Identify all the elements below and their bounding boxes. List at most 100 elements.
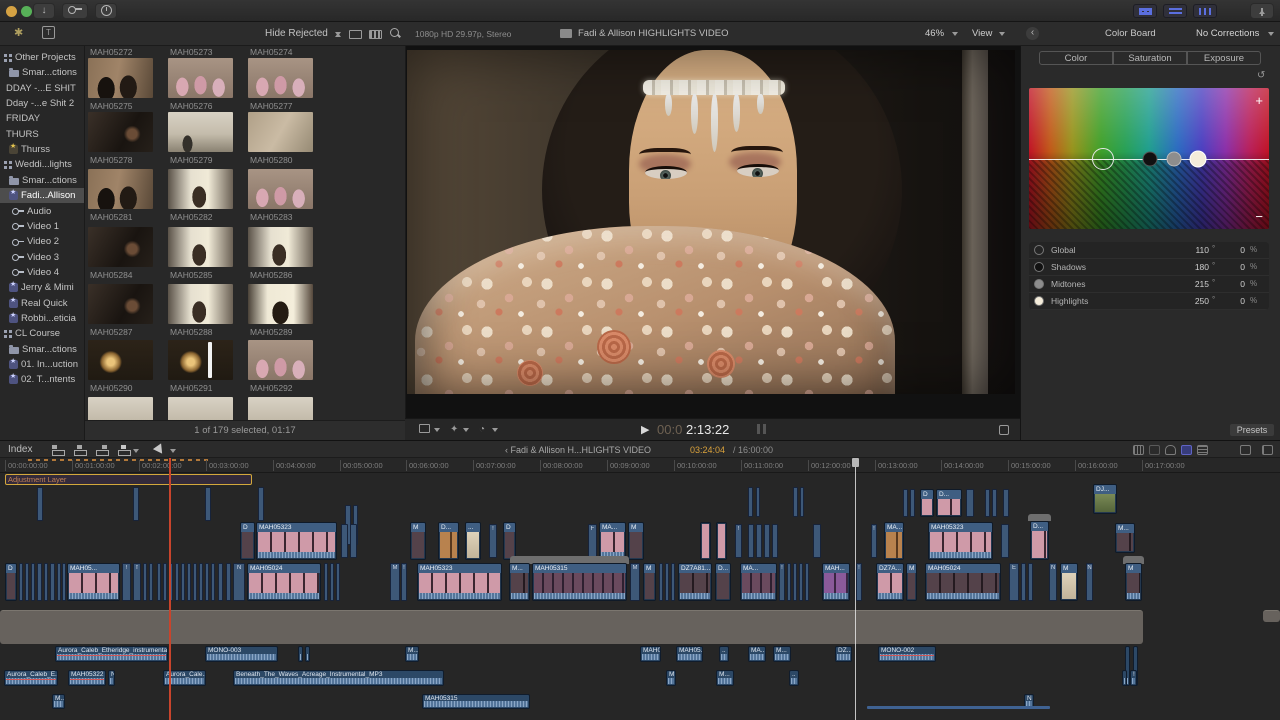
timeline-mini-clip[interactable] — [193, 563, 197, 601]
video-clip[interactable]: MA... — [884, 522, 904, 560]
timeline-mini-clip[interactable] — [199, 563, 203, 601]
sidebar-item-smar-ctions[interactable]: Smar...ctions — [0, 342, 84, 357]
timeline-mini-clip[interactable] — [31, 563, 35, 601]
audio-clip[interactable]: M... — [773, 646, 791, 662]
sidebar-item-thurss[interactable]: Thurss — [0, 142, 84, 157]
decrease-icon[interactable]: − — [1255, 210, 1263, 223]
timeline-mini-clip[interactable] — [37, 487, 43, 521]
timeline-mini-clip[interactable] — [25, 563, 29, 601]
video-clip[interactable]: M... — [509, 563, 530, 601]
show-timeline-button[interactable] — [1163, 4, 1187, 18]
skimming-toggle-icon[interactable] — [1133, 445, 1144, 455]
sidebar-item-video-1[interactable]: Video 1 — [0, 219, 84, 234]
timeline-mini-clip[interactable] — [258, 487, 264, 521]
timeline-mini-clip[interactable] — [226, 563, 231, 601]
color-control-row-shadows[interactable]: Shadows 180 ° 0% — [1029, 259, 1269, 276]
timeline-mini-clip[interactable] — [350, 524, 357, 558]
audio-clip[interactable]: MAH05... — [676, 646, 703, 662]
background-tasks-button[interactable] — [95, 3, 117, 19]
midtones-puck[interactable] — [1166, 151, 1182, 166]
video-clip[interactable] — [716, 522, 727, 560]
audio-clip[interactable]: MAH05322 — [68, 670, 106, 686]
audio-clip[interactable]: .. — [789, 670, 799, 686]
sidebar-item-cl-course[interactable]: CL Course — [0, 326, 84, 341]
window-zoom-button[interactable] — [21, 6, 32, 17]
video-clip[interactable]: D... — [936, 489, 962, 517]
audio-clip[interactable]: MAH05... — [640, 646, 661, 662]
timeline-mini-clip[interactable] — [143, 563, 147, 601]
timeline-mini-clip[interactable]: N — [233, 563, 245, 601]
tab-color[interactable]: Color — [1039, 51, 1113, 65]
timeline-mini-clip[interactable] — [665, 563, 669, 601]
retime-tools-icon[interactable]: ◔ — [479, 424, 485, 435]
range-handle[interactable] — [763, 424, 766, 434]
video-clip[interactable]: M — [1125, 563, 1142, 601]
timeline-mini-clip[interactable] — [1001, 524, 1009, 558]
timeline-mini-clip[interactable]: N — [1049, 563, 1057, 601]
video-clip[interactable]: DZ7A81... — [678, 563, 712, 601]
sidebar-item-thurs[interactable]: THURS — [0, 127, 84, 142]
titles-generators-sidebar-icon[interactable]: T — [42, 26, 55, 39]
timeline-mini-clip[interactable]: M — [630, 563, 640, 601]
audio-clip[interactable] — [305, 646, 310, 662]
video-clip[interactable]: MAH05323 — [417, 563, 502, 601]
video-clip[interactable]: MAH05... — [67, 563, 120, 601]
video-clip[interactable]: M — [628, 522, 644, 560]
browser-clip-thumbnail[interactable] — [168, 112, 233, 152]
clip-appearance-settings-icon[interactable] — [1240, 445, 1251, 455]
timeline-mini-clip[interactable] — [748, 524, 754, 558]
video-clip[interactable]: MA... — [740, 563, 777, 601]
timeline-mini-clip[interactable]: ! — [401, 563, 407, 601]
timeline-mini-clip[interactable] — [44, 563, 48, 601]
timeline-mini-clip[interactable]: ! — [871, 524, 877, 558]
timeline-mini-clip[interactable] — [181, 563, 185, 601]
video-clip[interactable]: M — [643, 563, 656, 601]
timeline-mini-clip[interactable] — [748, 487, 753, 517]
audio-clip[interactable]: M... — [716, 670, 734, 686]
sidebar-item-dday-e-shit-2[interactable]: Dday -...e Shit 2 — [0, 96, 84, 111]
timeline-mini-clip[interactable]: E — [1009, 563, 1019, 601]
video-clip[interactable]: MAH05024 — [247, 563, 321, 601]
browser-clip-thumbnail[interactable] — [248, 112, 313, 152]
audio-skimming-toggle-icon[interactable] — [1149, 445, 1160, 455]
timeline-mini-clip[interactable] — [787, 563, 791, 601]
sidebar-item-jerry-mimi[interactable]: Jerry & Mimi — [0, 280, 84, 295]
viewer-zoom-level[interactable]: 46% — [925, 28, 944, 39]
timeline-ruler[interactable]: 00:00:00:00 00:01:00:00 00:02:00:00 00:03:0… — [0, 458, 1280, 473]
viewer-video-frame[interactable] — [407, 50, 1015, 394]
timeline-history-back[interactable]: ‹ Fadi & Allison H...HLIGHTS VIDEO — [505, 445, 651, 455]
timeline-mini-clip[interactable]: ! — [856, 563, 862, 601]
browser-clip-thumbnail[interactable] — [248, 169, 313, 209]
tab-exposure[interactable]: Exposure — [1187, 51, 1261, 65]
timeline-mini-clip[interactable] — [157, 563, 161, 601]
import-media-button[interactable]: ↓ — [33, 3, 55, 19]
timeline-mini-clip[interactable] — [756, 524, 762, 558]
sidebar-item-weddi-lights[interactable]: Weddi...lights — [0, 157, 84, 172]
video-clip[interactable]: D... — [715, 563, 731, 601]
sidebar-item-video-2[interactable]: Video 2 — [0, 234, 84, 249]
video-clip[interactable]: ... — [465, 522, 481, 560]
sidebar-item-dday-e-shit[interactable]: DDAY -...E SHIT — [0, 81, 84, 96]
colorboard-back-button[interactable]: ‹ — [1026, 27, 1039, 40]
filmstrip-duration-icon[interactable] — [369, 30, 382, 39]
solo-toggle-icon[interactable] — [1165, 445, 1176, 455]
timeline-mini-clip[interactable] — [764, 524, 770, 558]
audio-clip[interactable] — [867, 706, 1050, 709]
audio-clip[interactable] — [1122, 670, 1127, 686]
video-clip[interactable]: M — [410, 522, 426, 560]
sidebar-item-audio[interactable]: Audio — [0, 204, 84, 219]
browser-clip-thumbnail[interactable] — [168, 227, 233, 267]
timeline-mini-clip[interactable]: ! — [122, 563, 131, 601]
timeline-mini-clip[interactable] — [813, 524, 821, 558]
reset-correction-icon[interactable]: ↺ — [1257, 70, 1265, 81]
audio-clip[interactable]: N — [108, 670, 115, 686]
highlights-puck[interactable] — [1189, 150, 1207, 167]
photos-audio-sidebar-icon[interactable]: ✱ — [14, 26, 23, 39]
timeline-mini-clip[interactable] — [163, 563, 167, 601]
audio-clip[interactable]: M... — [405, 646, 419, 662]
timeline-mini-clip[interactable] — [756, 487, 760, 517]
share-button[interactable] — [1250, 3, 1274, 19]
timeline-index-icon[interactable] — [1262, 445, 1273, 455]
color-board-pane[interactable]: + − — [1029, 88, 1269, 229]
video-clip[interactable]: D — [920, 489, 934, 517]
